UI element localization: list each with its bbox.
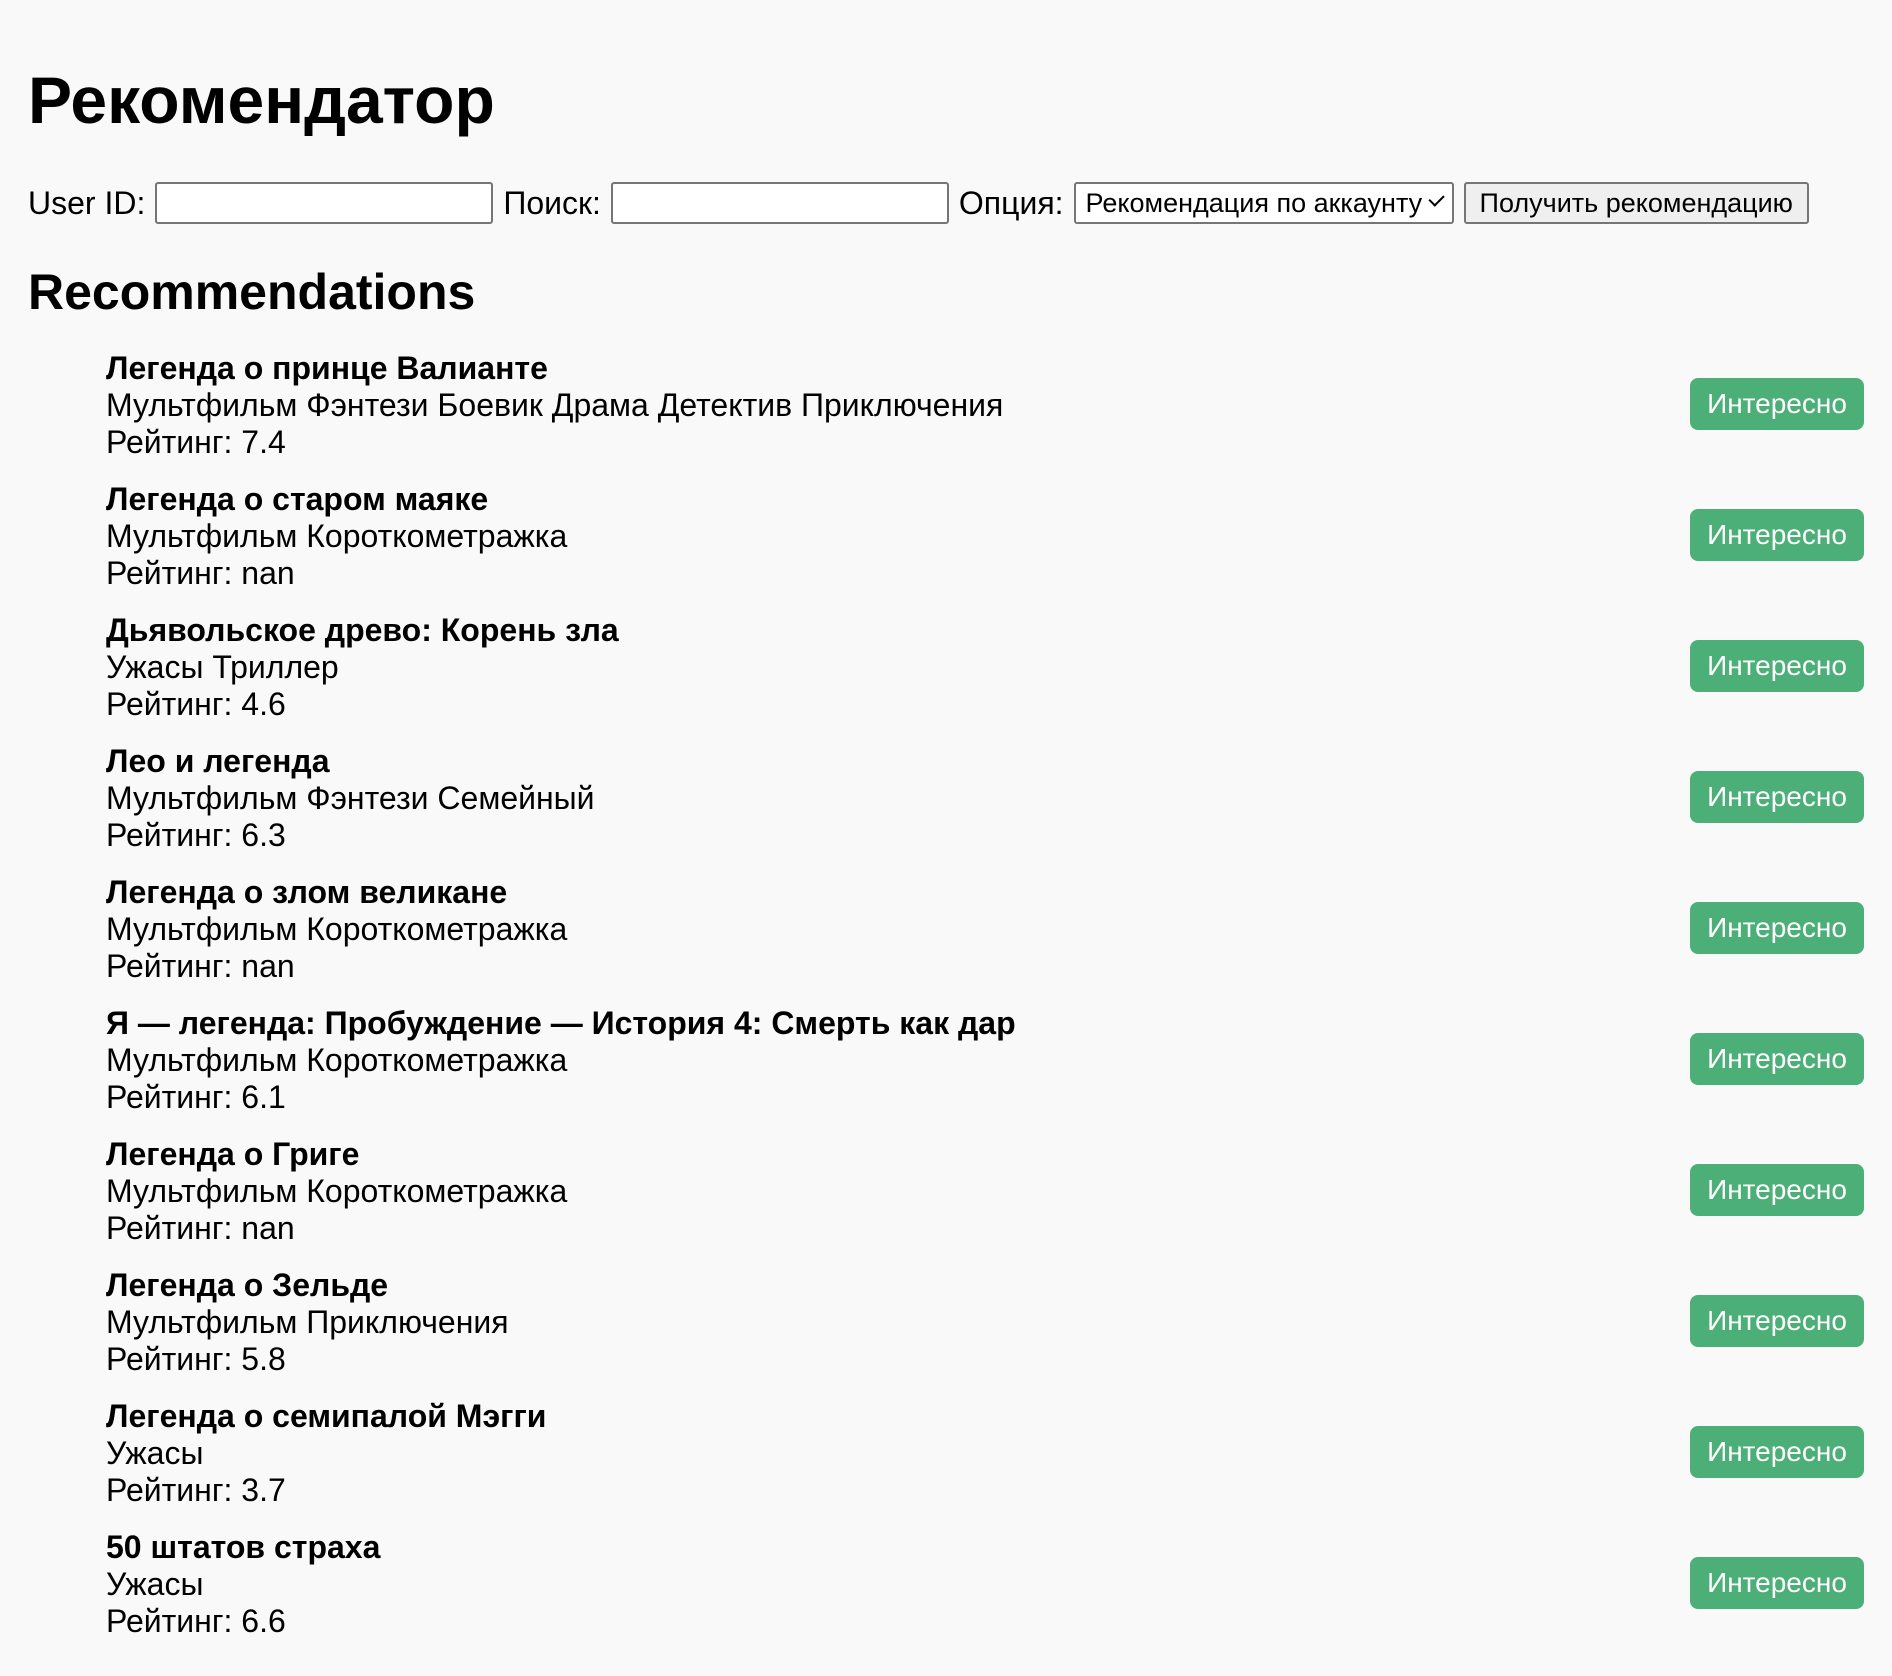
list-item: Легенда о Зельде Мультфильм Приключения … [106, 1267, 1864, 1398]
list-item: Легенда о злом великане Мультфильм Корот… [106, 874, 1864, 1005]
interest-button[interactable]: Интересно [1690, 1295, 1864, 1347]
item-rating: Рейтинг: 6.6 [106, 1603, 286, 1639]
item-rating: Рейтинг: 3.7 [106, 1472, 286, 1508]
item-rating: Рейтинг: 4.6 [106, 686, 286, 722]
item-title: Легенда о Григе [106, 1136, 360, 1172]
page: Рекомендатор User ID: Поиск: Опция: Реко… [0, 0, 1892, 1676]
user-id-label: User ID: [28, 184, 146, 221]
item-title: 50 штатов страха [106, 1529, 381, 1565]
item-genres: Мультфильм Фэнтези Боевик Драма Детектив… [106, 387, 1004, 423]
option-select[interactable]: Рекомендация по аккаунту [1073, 182, 1454, 224]
item-title: Легенда о старом маяке [106, 481, 489, 517]
item-rating: Рейтинг: nan [106, 948, 295, 984]
item-genres: Мультфильм Приключения [106, 1304, 509, 1340]
item-genres: Ужасы [106, 1566, 204, 1602]
list-item: Легенда о принце Валианте Мультфильм Фэн… [106, 350, 1864, 481]
chevron-down-icon [1428, 190, 1446, 208]
item-genres: Ужасы [106, 1435, 204, 1471]
interest-button[interactable]: Интересно [1690, 1164, 1864, 1216]
item-title: Я — легенда: Пробуждение — История 4: См… [106, 1005, 1016, 1041]
interest-button[interactable]: Интересно [1690, 771, 1864, 823]
item-rating: Рейтинг: nan [106, 1210, 295, 1246]
list-item: Дьявольское древо: Корень зла Ужасы Трил… [106, 612, 1864, 743]
item-title: Легенда о Зельде [106, 1267, 389, 1303]
item-rating: Рейтинг: 7.4 [106, 424, 286, 460]
list-item: Легенда о семипалой Мэгги Ужасы Рейтинг:… [106, 1398, 1864, 1529]
interest-button[interactable]: Интересно [1690, 902, 1864, 954]
item-title: Дьявольское древо: Корень зла [106, 612, 619, 648]
recommendation-form: User ID: Поиск: Опция: Рекомендация по а… [28, 180, 1864, 226]
item-title: Легенда о злом великане [106, 874, 508, 910]
list-item: Лео и легенда Мультфильм Фэнтези Семейны… [106, 743, 1864, 874]
interest-button[interactable]: Интересно [1690, 640, 1864, 692]
search-label: Поиск: [503, 184, 601, 221]
item-rating: Рейтинг: 6.1 [106, 1079, 286, 1115]
item-genres: Мультфильм Фэнтези Семейный [106, 780, 595, 816]
list-item: 50 штатов страха Ужасы Рейтинг: 6.6 Инте… [106, 1529, 1864, 1660]
item-genres: Ужасы Триллер [106, 649, 339, 685]
list-item: Легенда о старом маяке Мультфильм Коротк… [106, 481, 1864, 612]
interest-button[interactable]: Интересно [1690, 378, 1864, 430]
item-title: Легенда о принце Валианте [106, 350, 548, 386]
item-rating: Рейтинг: 5.8 [106, 1341, 286, 1377]
list-item: Легенда о Григе Мультфильм Короткометраж… [106, 1136, 1864, 1267]
option-select-value: Рекомендация по аккаунту [1085, 187, 1423, 218]
list-item: Я — легенда: Пробуждение — История 4: См… [106, 1005, 1864, 1136]
recommendations-heading: Recommendations [28, 264, 476, 320]
interest-button[interactable]: Интересно [1690, 1426, 1864, 1478]
option-label: Опция: [958, 184, 1064, 221]
user-id-input[interactable] [155, 182, 494, 224]
search-input[interactable] [610, 182, 949, 224]
page-title: Рекомендатор [28, 63, 495, 137]
item-genres: Мультфильм Короткометражка [106, 1042, 568, 1078]
item-title: Легенда о семипалой Мэгги [106, 1398, 547, 1434]
get-recommendation-button[interactable]: Получить рекомендацию [1463, 182, 1809, 224]
item-rating: Рейтинг: nan [106, 555, 295, 591]
interest-button[interactable]: Интересно [1690, 509, 1864, 561]
recommendations-list: Легенда о принце Валианте Мультфильм Фэн… [28, 350, 1864, 1660]
interest-button[interactable]: Интересно [1690, 1557, 1864, 1609]
item-genres: Мультфильм Короткометражка [106, 1173, 568, 1209]
item-title: Лео и легенда [106, 743, 330, 779]
interest-button[interactable]: Интересно [1690, 1033, 1864, 1085]
item-rating: Рейтинг: 6.3 [106, 817, 286, 853]
item-genres: Мультфильм Короткометражка [106, 911, 568, 947]
item-genres: Мультфильм Короткометражка [106, 518, 568, 554]
